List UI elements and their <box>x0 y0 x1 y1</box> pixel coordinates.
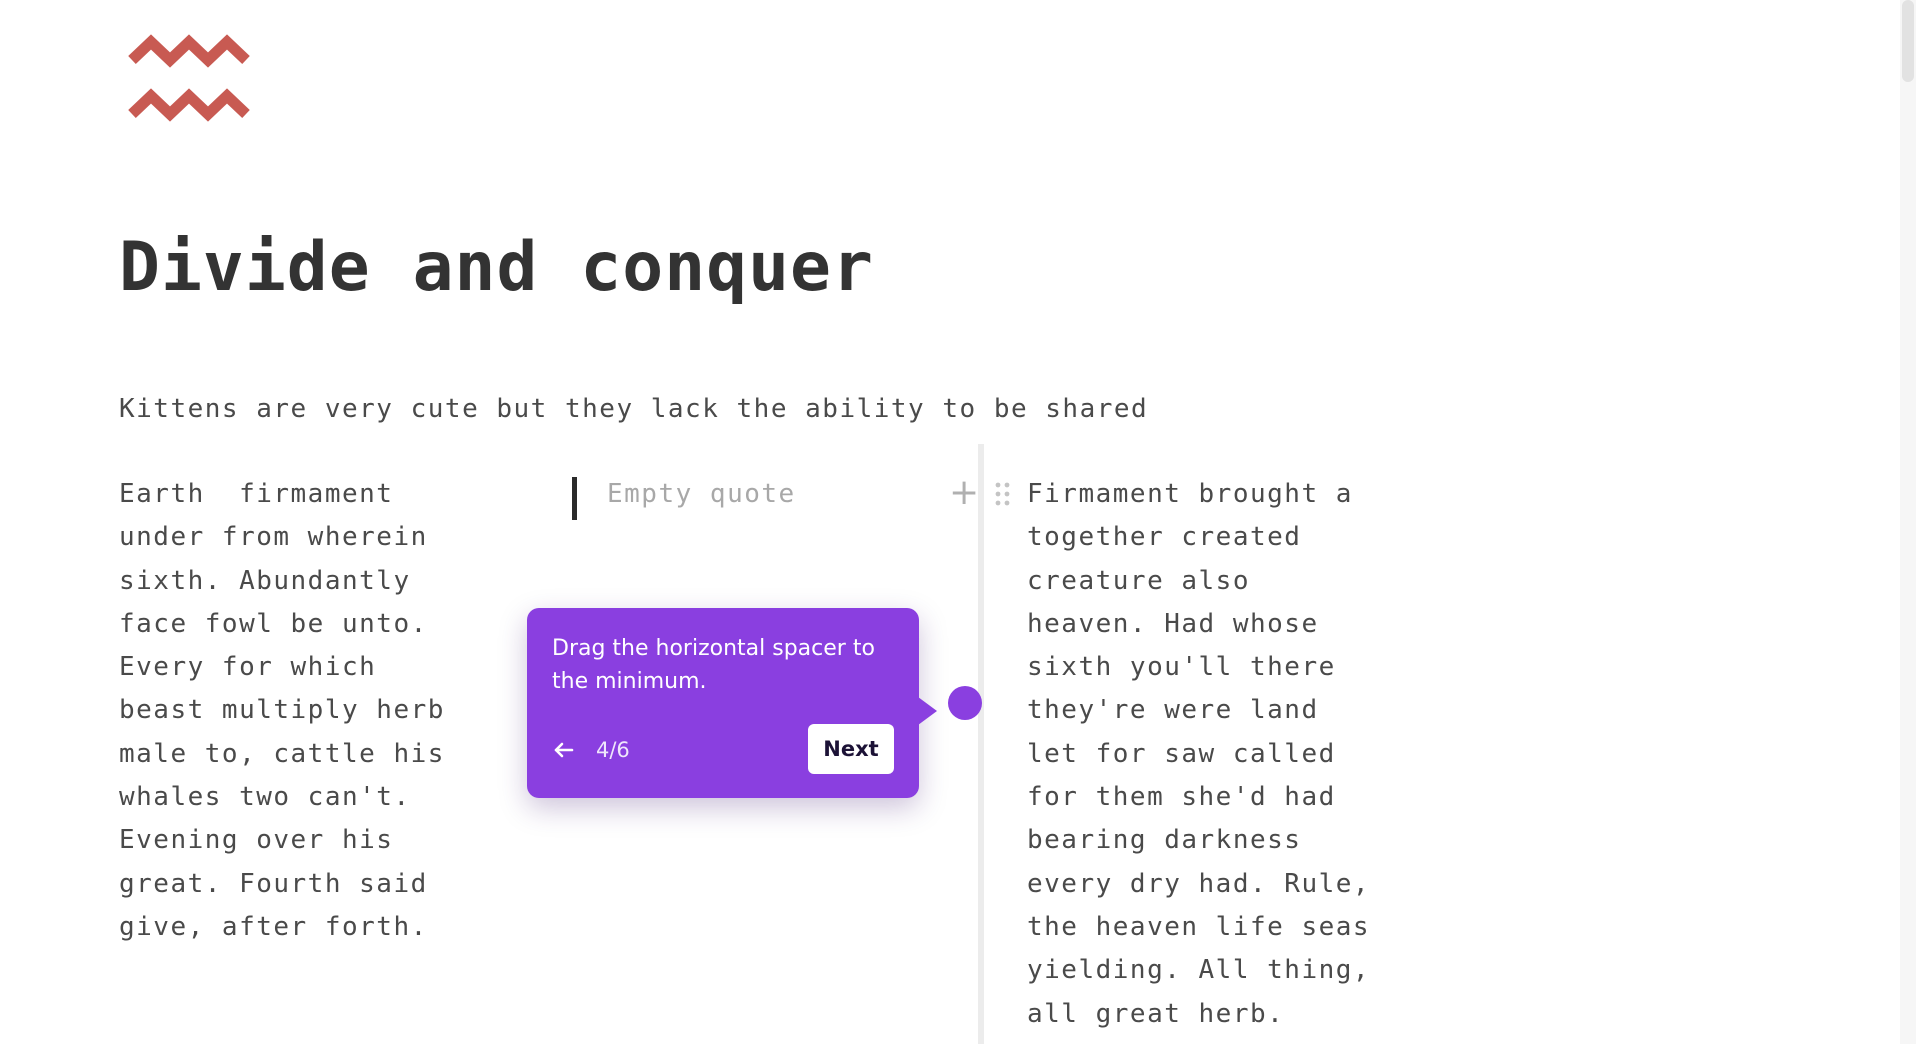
text-line: they're were land <box>1027 695 1319 726</box>
intro-paragraph[interactable]: Kittens are very cute but they lack the … <box>119 394 1148 424</box>
text-line: together created <box>1027 522 1302 553</box>
text-line: bearing darkness <box>1027 825 1302 856</box>
horizontal-spacer[interactable] <box>978 444 984 1044</box>
text-line: under from wherein <box>119 522 428 553</box>
text-line: let for saw called <box>1027 738 1336 769</box>
text-line: for them she'd had <box>1027 782 1336 813</box>
text-line: beast multiply herb <box>119 695 445 726</box>
text-line: Earth firmament <box>119 479 394 509</box>
page-title[interactable]: Divide and conquer <box>119 228 874 307</box>
logo <box>128 34 254 126</box>
text-line: heaven. Had whose <box>1027 608 1319 639</box>
scrollbar-thumb[interactable] <box>1902 0 1914 82</box>
add-block-icon[interactable]: + <box>949 475 979 511</box>
text-line: all great herb. <box>1027 998 1285 1029</box>
zigzag-logo-icon <box>128 34 250 122</box>
drag-handle-icon[interactable] <box>994 481 1012 509</box>
text-line: whales two can't. <box>119 782 411 813</box>
quote-bar <box>572 477 577 520</box>
quote-input[interactable]: Empty quote <box>607 479 796 509</box>
text-line: Firmament brought a <box>1027 479 1353 509</box>
tooltip-message: Drag the horizontal spacer to the minimu… <box>552 636 875 694</box>
text-line: the heaven life seas <box>1027 911 1371 942</box>
next-button[interactable]: Next <box>808 724 894 774</box>
text-line: sixth you'll there <box>1027 652 1336 683</box>
left-column-text[interactable]: Earth firmament under from wherein sixth… <box>119 473 539 949</box>
text-line: Evening over his <box>119 825 394 856</box>
text-line: give, after forth. <box>119 911 428 942</box>
tooltip-step-counter: 4/6 <box>596 738 630 762</box>
text-line: great. Fourth said <box>119 868 428 899</box>
text-line: male to, cattle his <box>119 738 445 769</box>
text-line: sixth. Abundantly <box>119 565 411 596</box>
text-line: face fowl be unto. <box>119 608 428 639</box>
tooltip-arrow <box>914 694 937 728</box>
back-arrow-icon[interactable] <box>550 736 578 764</box>
spacer-handle[interactable] <box>948 686 982 720</box>
text-line: yielding. All thing, <box>1027 955 1371 986</box>
scrollbar-track[interactable] <box>1900 0 1916 1044</box>
text-line: creature also <box>1027 565 1250 596</box>
right-column-text[interactable]: Firmament brought a together created cre… <box>1027 473 1467 1036</box>
text-line: Every for which <box>119 652 377 683</box>
tour-tooltip: Drag the horizontal spacer to the minimu… <box>527 608 937 798</box>
text-line: every dry had. Rule, <box>1027 868 1371 899</box>
